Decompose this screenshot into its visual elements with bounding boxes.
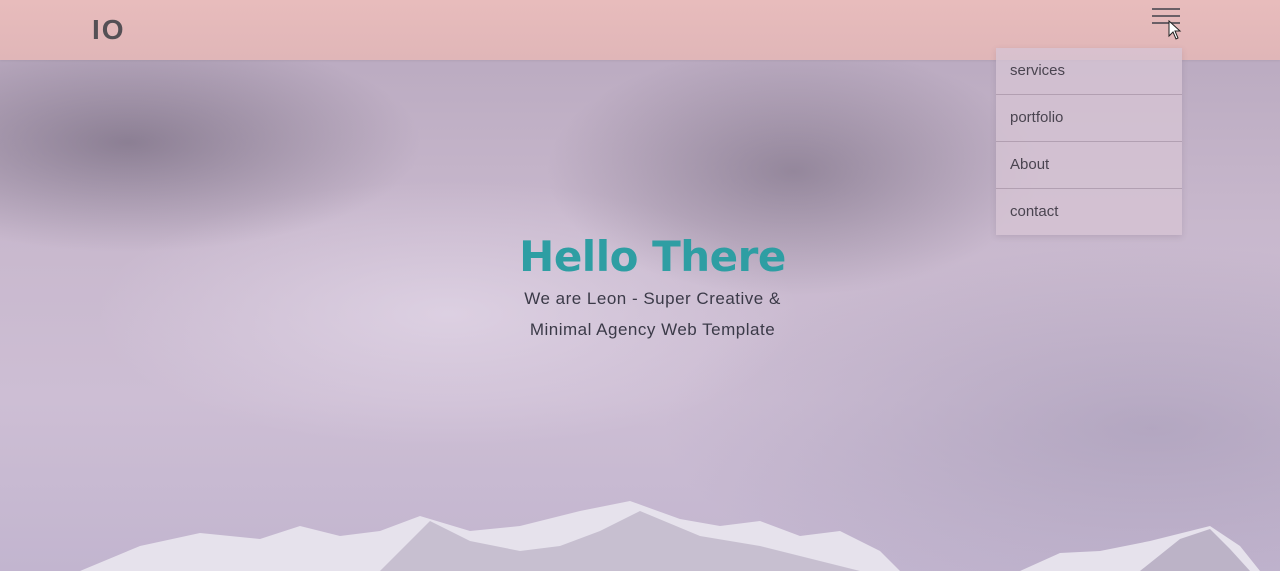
hero-content: Hello There We are Leon - Super Creative… [400, 232, 905, 345]
mountain-range-image [80, 501, 1260, 571]
menu-item-services[interactable]: services [996, 48, 1182, 95]
hero-title: Hello There [519, 232, 786, 281]
hero-subtitle: We are Leon - Super Creative & Minimal A… [400, 283, 905, 345]
hero-subtitle-line-1: We are Leon - Super Creative & [524, 289, 781, 308]
menu-item-portfolio[interactable]: portfolio [996, 95, 1182, 142]
hero-subtitle-line-2: Minimal Agency Web Template [529, 320, 776, 339]
site-logo[interactable]: IO [92, 14, 126, 46]
menu-item-contact[interactable]: contact [996, 189, 1182, 235]
mouse-pointer-icon [1168, 20, 1182, 40]
menu-item-about[interactable]: About [996, 142, 1182, 189]
nav-dropdown-menu: services portfolio About contact [996, 48, 1182, 235]
